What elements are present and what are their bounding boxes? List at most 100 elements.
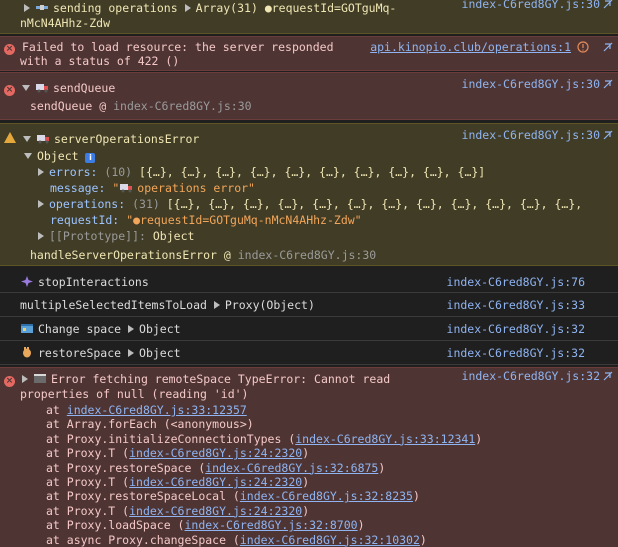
warning-icon (4, 132, 16, 143)
message-line-1: multipleSelectedItemsToLoad Proxy(Object… (20, 298, 315, 313)
property-operations[interactable]: operations: (31) [{…}, {…}, {…}, {…}, {…… (38, 197, 582, 212)
object-header[interactable]: Object i (24, 149, 96, 164)
frame-source-link[interactable]: index-C6red8GY.js:32:6875 (205, 461, 378, 475)
property-value: operations error" (137, 181, 255, 195)
error-icon: × (4, 85, 15, 96)
frame-source-link[interactable]: index-C6red8GY.js:32:8235 (240, 489, 413, 503)
message-text: restoreSpace (38, 346, 122, 360)
array-expand-arrow-icon[interactable] (184, 4, 191, 12)
property-prototype[interactable]: [[Prototype]]: Object (38, 229, 194, 244)
expand-arrow-icon[interactable] (128, 349, 135, 357)
error-icon: × (4, 44, 15, 55)
breakpoint-icon[interactable] (602, 370, 614, 382)
satellite-icon (36, 5, 48, 10)
property-count: (10) (104, 165, 133, 179)
message-line-1: sending operations Array(31) ●requestId=… (24, 1, 396, 16)
source-link[interactable]: index-C6red8GY.js:30 (462, 0, 600, 12)
error-icon: × (4, 376, 15, 387)
source-link[interactable]: index-C6red8GY.js:32 (462, 369, 600, 384)
frame-source-link[interactable]: index-C6red8GY.js:33:12357 (67, 403, 247, 417)
frame-close-paren: ) (302, 475, 310, 489)
frame-function: at Proxy.initializeConnectionTypes ( (46, 431, 296, 446)
source-link[interactable]: index-C6red8GY.js:30 (462, 128, 600, 143)
frame-close-paren: ) (475, 431, 483, 446)
console-message-change-space: Change space Object index-C6red8GY.js:32 (0, 318, 618, 341)
trace-source[interactable]: index-C6red8GY.js:30 (113, 99, 251, 113)
expand-arrow-icon[interactable] (38, 168, 44, 176)
request-id: ●requestId=GOTguMq- (264, 1, 397, 15)
stack-frame: at Array.forEach (<anonymous>) (46, 417, 254, 432)
breakpoint-icon[interactable] (602, 129, 614, 141)
object-label[interactable]: Object (139, 322, 181, 336)
frame-close-paren: ) (357, 518, 365, 533)
source-link[interactable]: index-C6red8GY.js:32 (447, 346, 585, 361)
stack-trace-line: sendQueue @ index-C6red8GY.js:30 (30, 99, 252, 114)
expand-arrow-icon[interactable] (38, 200, 44, 208)
object-label: Object (37, 149, 79, 163)
frame-function: at Array.forEach (<anonymous>) (46, 417, 254, 432)
window-icon (21, 324, 33, 333)
message-line-2: properties of null (reading 'id') (20, 387, 249, 401)
sparkle-icon (21, 276, 33, 287)
source-link[interactable]: index-C6red8GY.js:33 (447, 298, 585, 313)
message-line-1: × Failed to load resource: the server re… (4, 40, 334, 55)
message-line-1: Change space Object (20, 322, 181, 337)
message-text: stopInteractions (38, 275, 149, 289)
frame-close-paren: ) (419, 532, 427, 547)
console-message-server-operations-error: serverOperationsError Object i errors: (… (0, 123, 618, 266)
proxy-label[interactable]: Proxy(Object) (225, 298, 315, 312)
console-message-sending-operations: sending operations Array(31) ●requestId=… (0, 0, 618, 34)
property-errors[interactable]: errors: (10) [{…}, {…}, {…}, {…}, {…}, {… (38, 165, 485, 180)
frame-source-link[interactable]: index-C6red8GY.js:33:12341 (295, 432, 475, 446)
stack-frame: at Proxy.T (index-C6red8GY.js:24:2320) (46, 475, 309, 490)
collapse-arrow-icon[interactable] (21, 85, 30, 91)
message-text: Change space (38, 322, 122, 336)
frame-source-link[interactable]: index-C6red8GY.js:24:2320 (129, 446, 302, 460)
message-text: Error fetching remoteSpace TypeError: Ca… (50, 372, 391, 386)
array-label: Array(31) (195, 1, 258, 15)
message-line-2: nMcN4AHhz-Zdw (20, 16, 111, 30)
source-link[interactable]: index-C6red8GY.js:76 (447, 275, 585, 290)
object-label[interactable]: Object (139, 346, 181, 360)
console-message-sendqueue: × sendQueue sendQueue @ index-C6red8GY.j… (0, 72, 618, 120)
network-filter-icon[interactable] (577, 41, 591, 53)
property-message: message: " operations error" (50, 181, 255, 196)
trace-source[interactable]: index-C6red8GY.js:30 (238, 248, 376, 262)
console-message-multiple-selected-items: multipleSelectedItemsToLoad Proxy(Object… (0, 294, 618, 317)
breakpoint-icon[interactable] (602, 0, 614, 10)
property-key: [[Prototype]]: (49, 229, 146, 243)
stack-frame: at Proxy.restoreSpace (index-C6red8GY.js… (46, 461, 385, 476)
truck-icon (36, 135, 49, 144)
collapse-arrow-icon[interactable] (22, 136, 31, 142)
message-line-1: × Error fetching remoteSpace TypeError: … (4, 372, 390, 387)
source-link[interactable]: api.kinopio.club/operations:1 (370, 40, 571, 55)
stack-frame: at Proxy.restoreSpaceLocal (index-C6red8… (46, 489, 420, 504)
frame-function: at Proxy.T ( (46, 446, 130, 461)
breakpoint-icon[interactable] (602, 78, 614, 90)
trace-function: sendQueue @ (30, 99, 114, 113)
expand-arrow-icon[interactable] (38, 232, 44, 240)
expand-arrow-icon[interactable] (21, 375, 28, 383)
property-key: message: (50, 181, 106, 195)
expand-arrow-icon[interactable] (128, 325, 135, 333)
frame-source-link[interactable]: index-C6red8GY.js:24:2320 (129, 475, 302, 489)
collapse-arrow-icon[interactable] (24, 153, 32, 159)
frame-source-link[interactable]: index-C6red8GY.js:32:10302 (240, 533, 420, 547)
stack-frame: at Proxy.T (index-C6red8GY.js:24:2320) (46, 446, 309, 461)
expand-arrow-icon[interactable] (24, 4, 30, 12)
truck-icon (35, 84, 48, 93)
source-link[interactable]: index-C6red8GY.js:32 (447, 322, 585, 337)
message-line-1: stopInteractions (20, 275, 149, 290)
console-message-stop-interactions: stopInteractions index-C6red8GY.js:76 (0, 271, 618, 293)
expand-arrow-icon[interactable] (213, 301, 220, 309)
stack-trace-line: handleServerOperationsError @ index-C6re… (30, 248, 376, 263)
frame-function: at (46, 403, 67, 417)
message-line-1: × sendQueue (4, 81, 115, 96)
frame-source-link[interactable]: index-C6red8GY.js:24:2320 (129, 504, 302, 518)
source-link[interactable]: index-C6red8GY.js:30 (462, 77, 600, 92)
info-icon[interactable]: i (85, 153, 96, 163)
frame-source-link[interactable]: index-C6red8GY.js:32:8700 (184, 518, 357, 532)
message-text: multipleSelectedItemsToLoad (20, 298, 207, 312)
breakpoint-icon[interactable] (602, 41, 614, 53)
frame-function: at Proxy.loadSpace ( (46, 518, 185, 533)
